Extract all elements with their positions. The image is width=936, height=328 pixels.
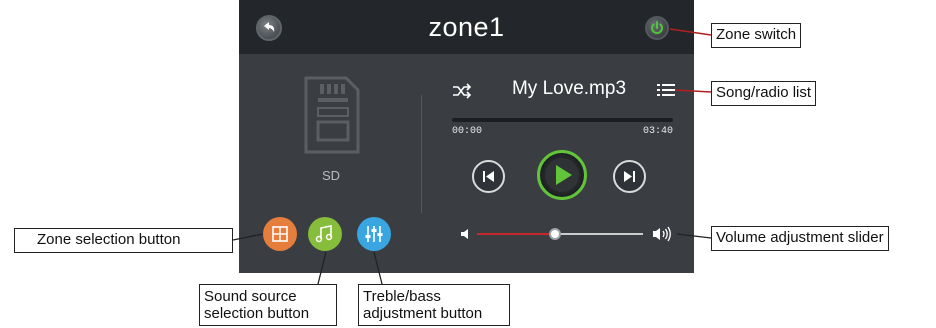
manual-figure: zone1 SD My Love.mp3 00:00 03:40 Zone sw…: [0, 0, 936, 328]
volume-high-icon: [653, 226, 671, 242]
callout-treble-bass-line2: adjustment button: [363, 305, 483, 322]
panel-divider: [421, 95, 422, 213]
play-icon: [545, 158, 579, 192]
callout-sound-source: Sound source selection button: [199, 284, 337, 326]
play-button[interactable]: [537, 150, 587, 200]
callout-zone-selection: Zone selection button: [14, 228, 233, 253]
skip-next-icon: [624, 171, 635, 182]
volume-slider-fill: [477, 233, 556, 235]
callout-volume-slider: Volume adjustment slider: [711, 226, 889, 251]
time-total: 03:40: [643, 126, 674, 137]
sd-label: SD: [321, 168, 341, 183]
callout-treble-bass: Treble/bass adjustment button: [358, 284, 510, 326]
progress-bar[interactable]: [452, 118, 673, 122]
top-bar: zone1: [239, 0, 694, 54]
callout-treble-bass-line1: Treble/bass: [363, 288, 441, 305]
volume-slider[interactable]: [477, 228, 643, 240]
player-screen: zone1 SD My Love.mp3 00:00 03:40: [239, 0, 694, 273]
sound-source-button[interactable]: [308, 217, 342, 251]
music-note-icon: [315, 225, 333, 243]
zone-title: zone1: [428, 12, 505, 42]
power-icon: [651, 21, 663, 34]
zone-switch-button[interactable]: [645, 16, 669, 40]
song-list-icon[interactable]: [657, 82, 675, 98]
callout-sound-source-line2: selection button: [204, 305, 310, 322]
time-elapsed: 00:00: [452, 126, 483, 137]
equalizer-icon: [365, 226, 383, 242]
zone-selection-button[interactable]: [263, 217, 297, 251]
song-title: My Love.mp3: [511, 78, 627, 99]
skip-previous-icon: [483, 171, 494, 182]
callout-song-list: Song/radio list: [711, 81, 817, 106]
volume-low-icon: [461, 229, 468, 239]
sd-card-icon: [304, 76, 360, 154]
previous-button[interactable]: [472, 160, 505, 193]
grid-icon: [272, 226, 288, 242]
shuffle-icon[interactable]: [452, 83, 472, 99]
next-button[interactable]: [613, 160, 646, 193]
volume-slider-thumb[interactable]: [549, 228, 562, 240]
treble-bass-button[interactable]: [357, 217, 391, 251]
callout-sound-source-line1: Sound source: [204, 288, 297, 305]
callout-zone-switch: Zone switch: [711, 23, 802, 48]
